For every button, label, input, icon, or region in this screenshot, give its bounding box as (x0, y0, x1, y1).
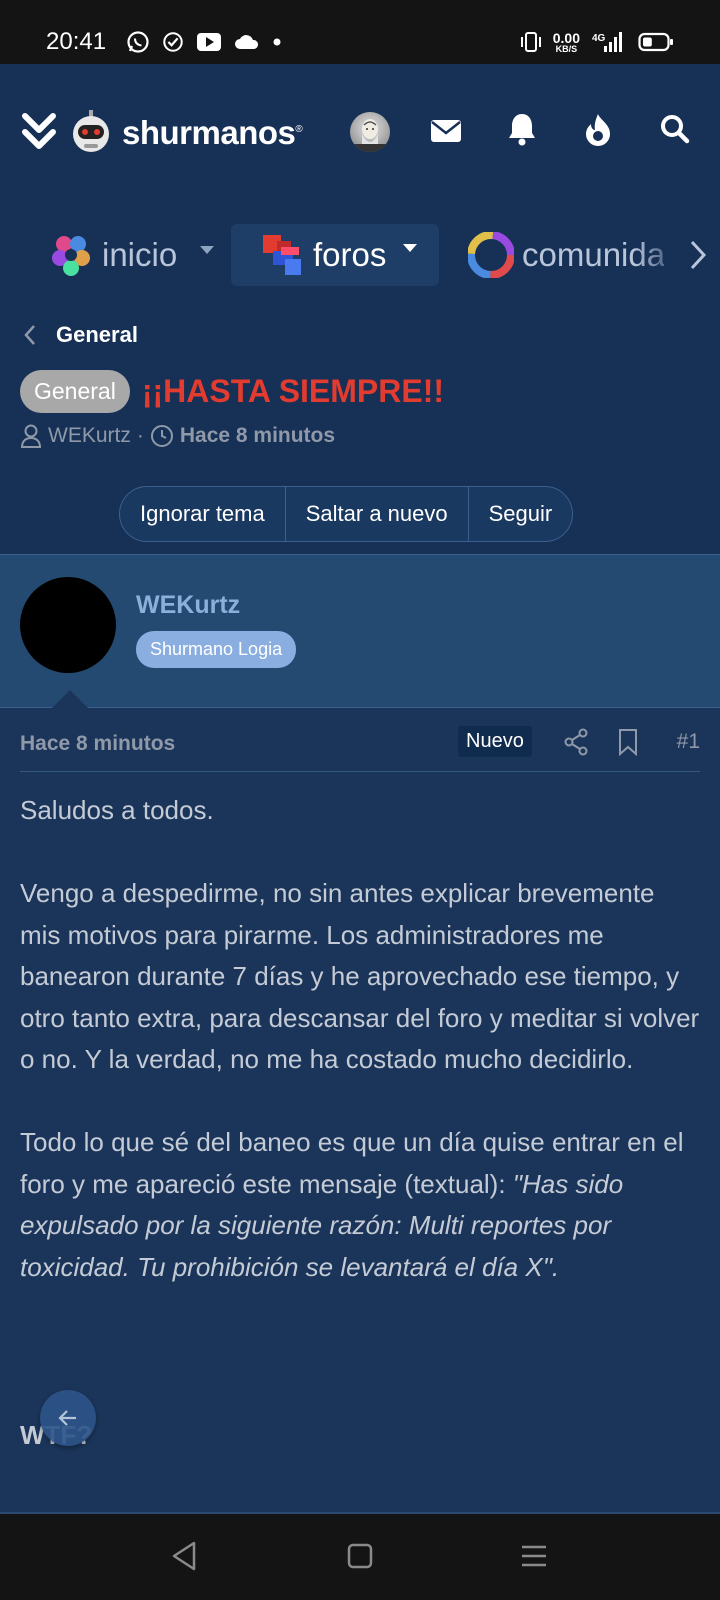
network-label: 4G (592, 33, 606, 44)
chevron-right-icon[interactable] (690, 240, 706, 270)
signal-icon: 4G (592, 32, 622, 52)
thread-meta: WEKurtz · Hace 8 minutos (20, 424, 335, 448)
clock-icon (150, 425, 173, 447)
post-username[interactable]: WEKurtz (136, 591, 240, 620)
check-circle-icon (163, 32, 183, 52)
post-meta: Hace 8 minutos Nuevo #1 (20, 726, 700, 772)
post-paragraph: Vengo a despedirme, no sin antes explica… (20, 878, 700, 1074)
nav-home-icon[interactable] (346, 1542, 374, 1570)
post-paragraph: Todo lo que sé del baneo es que un día q… (20, 1127, 684, 1282)
nav-menu-icon[interactable] (520, 1544, 548, 1568)
post-number[interactable]: #1 (677, 730, 700, 754)
ignore-thread-button[interactable]: Ignorar tema (120, 487, 286, 541)
arrow-left-icon (58, 1410, 76, 1426)
follow-button[interactable]: Seguir (469, 487, 573, 541)
tab-comunidad[interactable]: comunidad (468, 224, 664, 286)
breadcrumb[interactable]: General (24, 322, 138, 348)
caret-down-icon[interactable] (199, 245, 215, 255)
status-time: 20:41 (46, 28, 107, 55)
tab-label: inicio (102, 236, 178, 273)
net-speed: 0.00 KB/S (552, 29, 580, 54)
nav-tabs: inicio foros comunidad (0, 224, 720, 286)
post-time[interactable]: Hace 8 minutos (20, 732, 175, 756)
post-body: Saludos a todos. Vengo a despedirme, no … (20, 790, 700, 1330)
user-icon (20, 424, 42, 448)
bookmark-icon[interactable] (617, 728, 639, 756)
system-nav-bar (0, 1514, 720, 1600)
cloud-icon (235, 35, 259, 49)
thread-author[interactable]: WEKurtz (48, 424, 131, 448)
jump-to-new-button[interactable]: Saltar a nuevo (286, 487, 469, 541)
mail-icon[interactable] (430, 118, 462, 144)
thread-time[interactable]: Hace 8 minutos (180, 424, 335, 448)
foros-logo-icon (263, 235, 301, 275)
tab-inicio[interactable]: inicio (48, 224, 218, 286)
chevron-left-icon[interactable] (24, 324, 36, 346)
robot-logo-icon[interactable] (70, 110, 112, 154)
meta-separator: · (136, 424, 144, 447)
user-role-badge: Shurmano Logia (136, 631, 297, 668)
menu-chevrons-icon[interactable] (22, 112, 56, 152)
battery-icon (638, 32, 673, 52)
site-header: shurmanos® inicio foros comunidad Genera… (0, 64, 720, 554)
new-badge: Nuevo (458, 726, 532, 757)
tab-label: comunidad (522, 236, 664, 273)
fire-icon[interactable] (584, 112, 612, 148)
post-user-block: WEKurtz Shurmano Logia (0, 554, 720, 708)
thread-title-row: General ¡¡HASTA SIEMPRE!! (20, 370, 444, 413)
caret-down-icon[interactable] (402, 243, 418, 253)
dot-icon (273, 38, 281, 46)
tab-foros[interactable]: foros (231, 224, 439, 286)
nav-back-icon[interactable] (170, 1540, 200, 1572)
user-block-pointer (52, 690, 88, 708)
inicio-logo-icon (52, 236, 90, 276)
share-icon[interactable] (563, 728, 589, 756)
tab-label: foros (313, 236, 387, 273)
breadcrumb-label[interactable]: General (56, 322, 138, 348)
thread-actions: Ignorar tema Saltar a nuevo Seguir (119, 486, 574, 542)
post-paragraph: Saludos a todos. (20, 795, 214, 825)
site-logo-text[interactable]: shurmanos® (122, 114, 303, 152)
top-bar: shurmanos® (0, 104, 720, 160)
avatar[interactable] (350, 112, 390, 152)
prefix-tag[interactable]: General (20, 370, 130, 413)
page-title: ¡¡HASTA SIEMPRE!! (141, 373, 445, 409)
youtube-icon (197, 33, 221, 51)
user-avatar[interactable] (20, 577, 116, 673)
vibrate-icon (520, 32, 541, 52)
whatsapp-icon (127, 31, 149, 53)
search-icon[interactable] (660, 114, 690, 144)
back-button[interactable] (40, 1390, 96, 1446)
status-bar: 20:41 0.00 KB/S 4G (0, 0, 720, 64)
bell-icon[interactable] (508, 112, 536, 146)
comunidad-logo-icon (468, 232, 514, 278)
